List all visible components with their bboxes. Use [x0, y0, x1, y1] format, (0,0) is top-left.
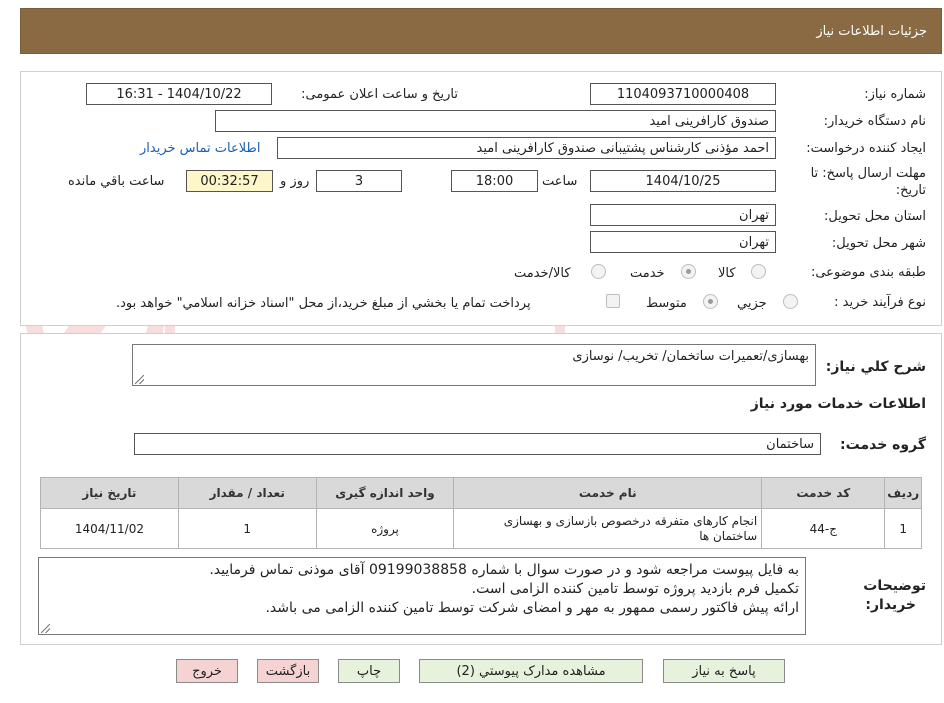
process-minor-radio[interactable] — [783, 294, 798, 309]
table-header-row: رديف کد خدمت نام خدمت واحد اندازه گيری ت… — [40, 477, 922, 509]
cell-service-code: ج-44 — [761, 508, 886, 549]
summary-textarea[interactable]: بهسازی/تعمیرات ساتخمان/ تخریب/ نوسازی — [132, 344, 816, 386]
buyer-note-line: تکمیل فرم بازدید پروژه توسط تامین کننده … — [471, 581, 799, 597]
cell-service-name: انجام کارهای متفرقه درخصوص بازسازی و بهس… — [453, 508, 763, 549]
buyer-contact-link[interactable]: اطلاعات تماس خریدار — [140, 141, 260, 156]
category-goods-radio[interactable] — [751, 264, 766, 279]
service-group-label: گروه خدمت: — [840, 437, 926, 453]
col-row-header: رديف — [884, 477, 922, 509]
category-service-label: خدمت — [630, 266, 665, 281]
resize-grip-icon[interactable] — [135, 375, 144, 384]
need-number-label: شماره نیاز: — [864, 87, 926, 102]
need-number-field[interactable]: 1104093710000408 — [590, 83, 776, 105]
process-type-label: نوع فرآیند خرید : — [834, 295, 926, 310]
buyer-note-line: به فایل پیوست مراجعه شود و در صورت سوال … — [209, 562, 799, 578]
process-medium-label: متوسط — [646, 296, 687, 311]
category-goods-service-radio[interactable] — [591, 264, 606, 279]
city-label: شهر محل تحویل: — [831, 236, 926, 251]
view-attachments-button[interactable]: مشاهده مدارک پيوستي (2) — [419, 659, 643, 683]
deadline-time-label: ساعت — [542, 174, 578, 189]
treasury-payment-checkbox[interactable] — [606, 294, 620, 308]
buyer-notes-textarea[interactable]: به فایل پیوست مراجعه شود و در صورت سوال … — [38, 557, 806, 635]
cell-row-number: 1 — [884, 508, 922, 549]
service-group-field[interactable]: ساختمان — [134, 433, 821, 455]
days-and-label: روز و — [280, 174, 310, 189]
remaining-days-field[interactable]: 3 — [316, 170, 402, 192]
col-quantity-header: تعداد / مقدار — [177, 477, 317, 509]
province-field[interactable]: تهران — [590, 204, 776, 226]
process-minor-label: جزيي — [737, 296, 767, 311]
cell-need-date: 1404/11/02 — [40, 508, 179, 549]
reply-to-need-button[interactable]: پاسخ به نياز — [663, 659, 785, 683]
requester-label: ایجاد کننده درخواست: — [806, 141, 926, 156]
buyer-org-label: نام دستگاه خریدار: — [823, 114, 926, 129]
buyer-notes-label-line1: توضيحات — [863, 578, 926, 594]
col-unit-header: واحد اندازه گيری — [315, 477, 455, 509]
window-title: جزئیات اطلاعات نیاز — [816, 23, 927, 39]
summary-text: بهسازی/تعمیرات ساتخمان/ تخریب/ نوسازی — [572, 349, 809, 364]
exit-button[interactable]: خروج — [176, 659, 238, 683]
buyer-note-line: ارائه پیش فاکتور رسمی ممهور به مهر و امض… — [265, 600, 799, 616]
deadline-time-field[interactable]: 18:00 — [451, 170, 538, 192]
treasury-payment-note: پرداخت تمام يا بخشي از مبلغ خريد،از محل … — [116, 296, 531, 311]
category-service-radio[interactable] — [681, 264, 696, 279]
col-service-code-header: کد خدمت — [761, 477, 886, 509]
category-goods-service-label: کالا/خدمت — [514, 266, 571, 281]
deadline-label-line2: تاریخ: — [895, 183, 926, 198]
summary-label: شرح کلي نياز: — [825, 359, 926, 375]
window-titlebar: جزئیات اطلاعات نیاز — [20, 8, 942, 54]
city-field[interactable]: تهران — [590, 231, 776, 253]
services-info-heading: اطلاعات خدمات مورد نياز — [750, 396, 926, 412]
province-label: استان محل تحویل: — [824, 209, 926, 224]
resize-grip-icon[interactable] — [41, 624, 50, 633]
print-button[interactable]: چاپ — [338, 659, 400, 683]
category-goods-label: کالا — [718, 266, 736, 281]
services-table: رديف کد خدمت نام خدمت واحد اندازه گيری ت… — [40, 477, 922, 549]
buyer-notes-label-line2: خريدار: — [865, 597, 916, 613]
announce-datetime-field[interactable]: 1404/10/22 - 16:31 — [86, 83, 272, 105]
requester-field[interactable]: احمد مؤذنی کارشناس پشتیبانی صندوق کارافر… — [277, 137, 776, 159]
process-medium-radio[interactable] — [703, 294, 718, 309]
cell-quantity: 1 — [177, 508, 317, 549]
table-row[interactable]: 1 ج-44 انجام کارهای متفرقه درخصوص بازساز… — [40, 508, 922, 549]
countdown-field: 00:32:57 — [186, 170, 273, 192]
announce-datetime-label: تاریخ و ساعت اعلان عمومی: — [301, 87, 458, 102]
remaining-hours-label: ساعت باقي مانده — [68, 174, 165, 189]
back-button[interactable]: بازگشت — [257, 659, 319, 683]
col-need-date-header: تاريخ نياز — [40, 477, 179, 509]
category-label: طبقه بندی موضوعی: — [810, 265, 926, 280]
cell-unit: پروژه — [315, 508, 455, 549]
deadline-label-line1: مهلت ارسال پاسخ: تا — [810, 166, 926, 181]
buyer-org-field[interactable]: صندوق کارافرینی امید — [215, 110, 776, 132]
col-service-name-header: نام خدمت — [453, 477, 763, 509]
deadline-date-field[interactable]: 1404/10/25 — [590, 170, 776, 192]
